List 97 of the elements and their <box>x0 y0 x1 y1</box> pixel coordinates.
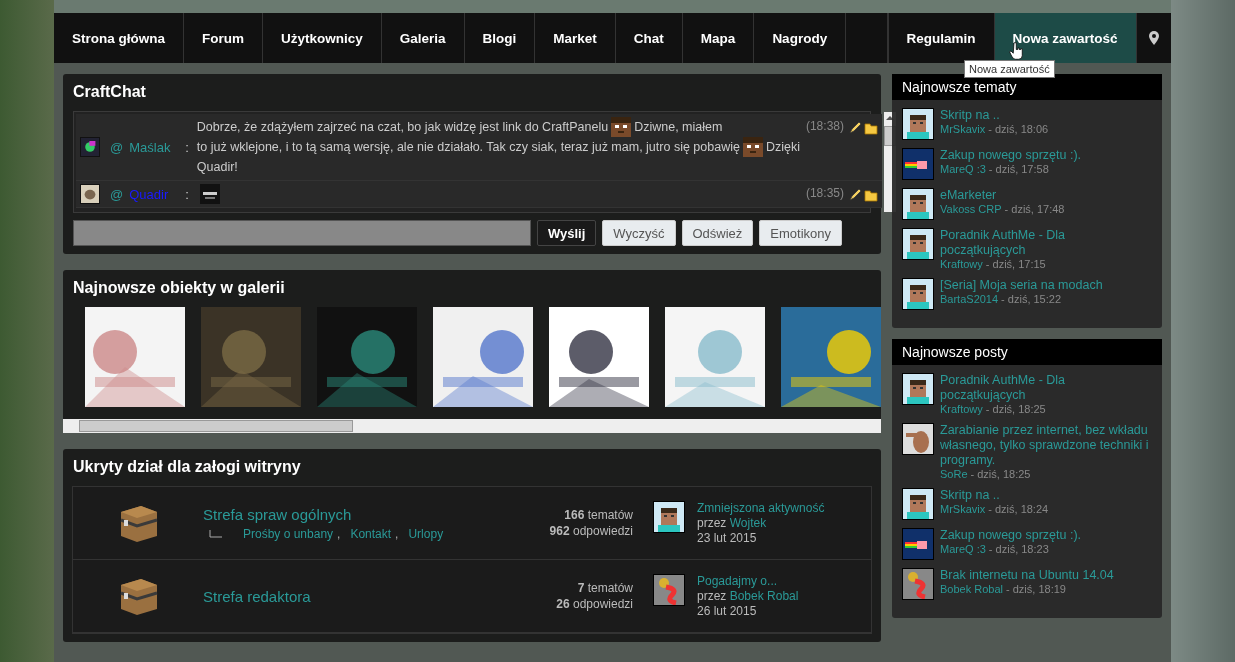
avatar-icon <box>902 148 934 180</box>
topic-count: 166 tematów <box>564 508 633 522</box>
subforum-link[interactable]: Prośby o unbany <box>243 526 334 541</box>
separator-colon: : <box>185 139 189 155</box>
post-time: - dziś, 18:06 <box>988 123 1049 135</box>
chat-message-text: to już wklejone, i to tą samą wersję, ale nie działało. Tak czy siak, teraz już mam, jutro się pobawię <box>196 139 740 156</box>
post-time: - dziś, 17:15 <box>985 258 1046 270</box>
post-time: - dziś, 18:24 <box>988 503 1049 515</box>
post-time: - dziś, 17:58 <box>988 163 1049 175</box>
comma: , <box>395 526 399 541</box>
separator-colon: : <box>185 186 189 202</box>
post-date: 26 lut 2015 <box>697 604 758 618</box>
horizontal-scrollbar[interactable] <box>63 419 881 433</box>
user-link[interactable]: Bobek Robal <box>729 589 799 603</box>
post-date: 23 lut 2015 <box>697 531 758 545</box>
pencil-icon[interactable] <box>848 121 862 135</box>
nav-tab[interactable]: Nowa zawartość <box>994 13 1137 63</box>
hand-cursor-icon <box>1009 42 1025 60</box>
post-time: - dziś, 18:19 <box>1006 583 1066 595</box>
reply-count: 26 odpowiedzi <box>556 597 633 611</box>
folder-icon[interactable] <box>864 188 878 202</box>
topic-link[interactable]: Brak internetu na Ubuntu 14.04 <box>940 568 1114 583</box>
folder-icon[interactable] <box>864 121 878 135</box>
user-link[interactable]: Kraftowy <box>940 403 983 415</box>
post-time: - dziś, 18:25 <box>970 468 1031 480</box>
user-link[interactable]: BartaS2014 <box>940 293 999 305</box>
last-post-link[interactable]: Zmniejszona aktywność <box>697 501 825 515</box>
last-post-link[interactable]: Pogadajmy o... <box>697 574 799 588</box>
comma: , <box>337 526 341 541</box>
user-link[interactable]: Bobek Robal <box>940 583 1003 595</box>
reply-count: 962 odpowiedzi <box>549 524 633 538</box>
topic-link[interactable]: Skritp na .. <box>940 488 1049 503</box>
panel-title: Najnowsze obiekty w galerii <box>72 278 286 298</box>
topic-count: 7 tematów <box>577 581 633 595</box>
avatar-icon <box>902 228 934 260</box>
user-link[interactable]: MrSkavix <box>940 123 986 135</box>
forum-title-link[interactable]: Strefa spraw ogólnych <box>203 505 503 523</box>
avatar-icon <box>902 528 934 560</box>
panel-title: CraftChat <box>72 82 147 102</box>
forum-title-link[interactable]: Strefa redaktora <box>203 587 503 605</box>
panel-title: Ukryty dział dla załogi witryny <box>72 457 302 477</box>
avatar-icon <box>902 278 934 310</box>
chat-message-text: Dzięki <box>765 139 800 156</box>
avatar-icon <box>902 108 934 140</box>
avatar-icon <box>80 137 100 157</box>
user-link[interactable]: Kraftowy <box>940 258 983 270</box>
avatar-icon <box>902 423 934 455</box>
by-label: przez <box>697 516 727 530</box>
emoticon-icon <box>199 184 220 204</box>
user-link[interactable]: MareQ :3 <box>940 163 986 175</box>
avatar-icon <box>902 568 934 600</box>
topic-link[interactable]: [Seria] Moja seria na modach <box>940 278 1103 293</box>
chat-button[interactable]: Emotikony <box>759 220 843 246</box>
user-link[interactable]: MrSkavix <box>940 503 986 515</box>
user-link[interactable]: MareQ :3 <box>940 543 986 555</box>
post-time: - dziś, 15:22 <box>1001 293 1062 305</box>
subforum-branch-icon <box>209 529 223 538</box>
emoticon-icon <box>742 137 763 157</box>
user-link[interactable]: Wojtek <box>729 516 767 530</box>
chat-button[interactable]: Odśwież <box>681 220 754 246</box>
chat-input[interactable] <box>73 220 531 246</box>
avatar-icon <box>902 188 934 220</box>
topic-link[interactable]: Skritp na .. <box>940 108 1049 123</box>
pencil-icon[interactable] <box>848 188 862 202</box>
emoticon-icon <box>611 117 632 137</box>
topic-link[interactable]: Zarabianie przez internet, bez wkładu własnego, tylko sprawdzone techniki i programy. <box>940 423 1152 468</box>
tooltip: Nowa zawartość <box>964 60 1055 78</box>
message-time: (18:35) <box>805 186 844 200</box>
topic-link[interactable]: Poradnik AuthMe - Dla początkujących <box>940 373 1152 403</box>
message-time: (18:38) <box>805 119 844 133</box>
avatar-icon <box>80 184 100 204</box>
avatar-icon <box>902 488 934 520</box>
chat-button[interactable]: Wyczyść <box>602 220 676 246</box>
topic-link[interactable]: Zakup nowego sprzętu :). <box>940 528 1082 543</box>
username[interactable]: Maślak <box>129 139 180 155</box>
post-time: - dziś, 18:23 <box>988 543 1049 555</box>
chat-message-text: Dobrze, że zdążyłem zajrzeć na czat, bo jak widzę jest link do CraftPanelu <box>196 119 609 136</box>
avatar-icon <box>902 373 934 405</box>
subforum-link[interactable]: Kontakt <box>350 526 392 541</box>
sidebar-title: Najnowsze posty <box>892 339 1162 365</box>
mention-link[interactable]: @ <box>110 186 124 202</box>
topic-link[interactable]: eMarketer <box>940 188 1065 203</box>
avatar-icon <box>653 501 685 533</box>
user-link[interactable]: Vakoss CRP <box>940 203 1002 215</box>
topic-link[interactable]: Zakup nowego sprzętu :). <box>940 148 1082 163</box>
chat-button[interactable]: Wyślij <box>537 220 597 246</box>
mention-link[interactable]: @ <box>110 139 124 155</box>
sidebar-title: Najnowsze tematy <box>892 74 1162 100</box>
subforum-link[interactable]: Urlopy <box>408 526 444 541</box>
user-link[interactable]: SoRe <box>940 468 968 480</box>
chat-message-text: Quadir! <box>196 159 238 176</box>
topic-link[interactable]: Poradnik AuthMe - Dla początkujących <box>940 228 1152 258</box>
post-time: - dziś, 17:48 <box>1004 203 1065 215</box>
by-label: przez <box>697 589 727 603</box>
avatar-icon <box>653 574 685 606</box>
post-time: - dziś, 18:25 <box>985 403 1046 415</box>
chat-message-text: Dziwne, miałem <box>634 119 723 136</box>
